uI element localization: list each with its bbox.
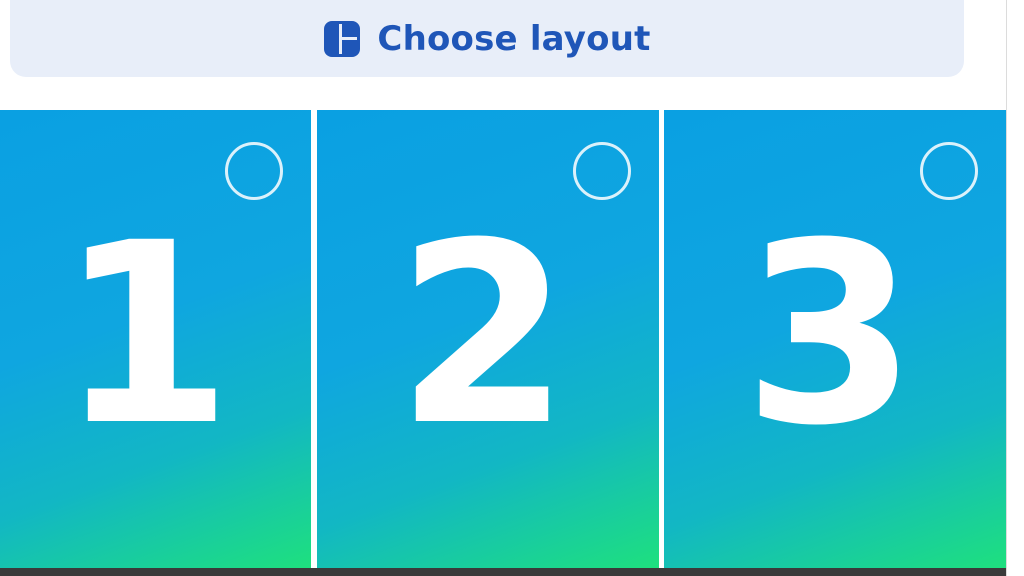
bottom-row-strip xyxy=(0,568,1006,576)
select-circle-2[interactable] xyxy=(573,142,631,200)
select-circle-1[interactable] xyxy=(225,142,283,200)
select-circle-3[interactable] xyxy=(920,142,978,200)
tile-number-1: 1 xyxy=(58,189,233,480)
layout-icon xyxy=(324,20,361,57)
layout-tile-1[interactable]: 1 xyxy=(0,110,311,568)
tile-number-2: 2 xyxy=(396,189,570,480)
layout-grid: 1 2 3 xyxy=(0,110,1006,568)
tile-number-3: 3 xyxy=(743,189,917,480)
choose-layout-button[interactable]: Choose layout xyxy=(10,0,964,77)
choose-layout-label: Choose layout xyxy=(377,18,651,59)
layout-tile-2[interactable]: 2 xyxy=(317,110,659,568)
scroll-edge xyxy=(1006,0,1024,576)
layout-tile-3[interactable]: 3 xyxy=(664,110,1006,568)
